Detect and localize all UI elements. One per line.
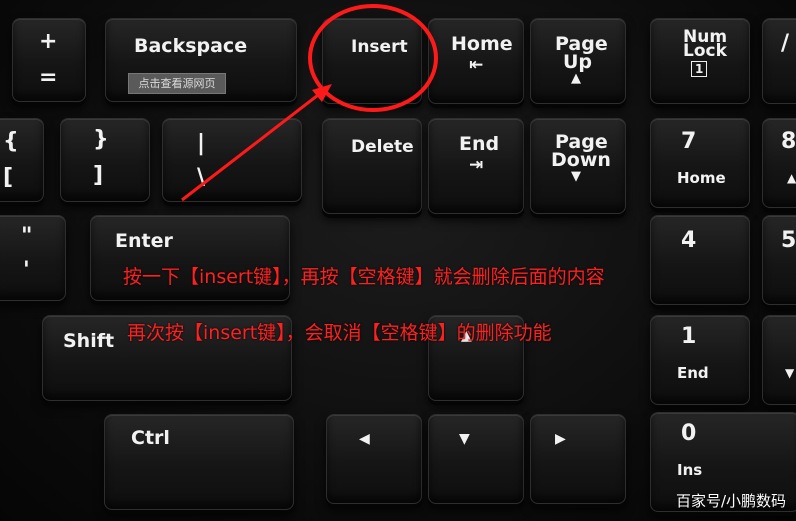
annotation-overlay [181, 4, 438, 202]
instruction-line-2: 再次按【insert键】，会取消【空格键】的删除功能 [127, 322, 552, 344]
keyboard-photo: + = Backspace 点击查看源网页 Insert Home ⇤ Page… [0, 0, 796, 521]
highlight-circle [308, 4, 438, 112]
watermark: 百家号/小鹏数码 [675, 492, 786, 510]
pointer-arrow-line [181, 90, 323, 202]
instruction-line-1: 按一下【insert键】，再按【空格键】就会删除后面的内容 [123, 266, 605, 288]
